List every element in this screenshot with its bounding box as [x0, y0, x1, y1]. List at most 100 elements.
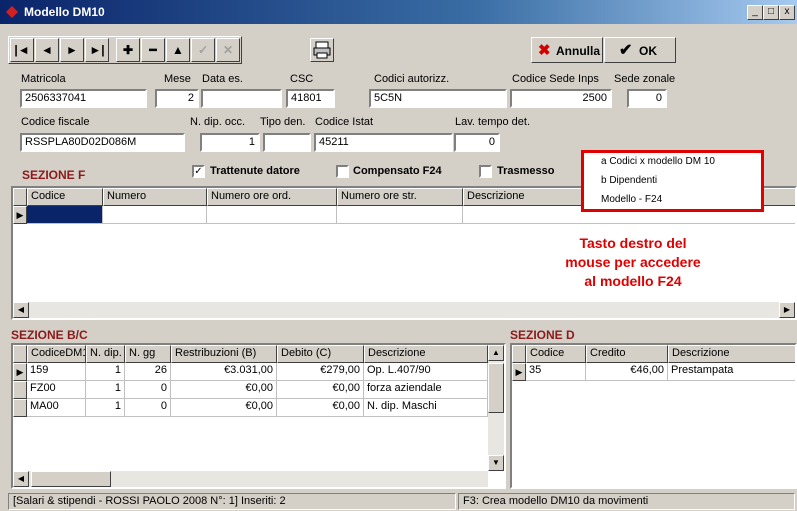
- matricola-field[interactable]: 2506337041: [20, 89, 147, 108]
- close-button[interactable]: x: [779, 5, 795, 20]
- table-cell[interactable]: 1: [86, 399, 125, 417]
- table-cell[interactable]: [337, 206, 463, 224]
- lav-tempo-det-label: Lav. tempo det.: [455, 116, 531, 128]
- table-cell[interactable]: 0: [125, 399, 171, 417]
- annulla-button[interactable]: ✖ Annulla: [531, 37, 603, 63]
- header-indicator: [13, 345, 27, 363]
- annotation-line: Tasto destro del: [579, 235, 687, 251]
- row-indicator-icon: ▶: [512, 363, 526, 381]
- column-header[interactable]: Numero ore ord.: [207, 188, 337, 206]
- menu-item-modello-f24[interactable]: Modello - F24: [601, 194, 662, 205]
- codice-istat-field[interactable]: 45211: [314, 133, 453, 152]
- scroll-right-icon[interactable]: ▶: [779, 302, 795, 318]
- window: Modello DM10 _ □ x |◄ ◄ ► ►| ✚ ━ ▲ ✓ ✕ ✖…: [0, 0, 797, 511]
- title-bar[interactable]: Modello DM10 _ □ x: [0, 0, 797, 24]
- table-cell[interactable]: €0,00: [171, 381, 277, 399]
- edit-record-button[interactable]: ▲: [166, 38, 190, 62]
- csc-field[interactable]: 41801: [286, 89, 335, 108]
- table-cell[interactable]: 26: [125, 363, 171, 381]
- prior-record-button[interactable]: ◄: [35, 38, 59, 62]
- first-record-button[interactable]: |◄: [10, 38, 34, 62]
- lav-tempo-det-field[interactable]: 0: [454, 133, 500, 152]
- table-cell[interactable]: Op. L.407/90: [364, 363, 488, 381]
- column-header[interactable]: Debito (C): [277, 345, 364, 363]
- sezione-bc-grid[interactable]: CodiceDM10 N. dip. N. gg Restribuzioni (…: [11, 343, 506, 489]
- sezione-f-title: SEZIONE F: [22, 168, 86, 182]
- column-header[interactable]: Numero: [103, 188, 207, 206]
- next-record-button[interactable]: ►: [60, 38, 84, 62]
- table-cell[interactable]: [207, 206, 337, 224]
- context-menu: a Codici x modello DM 10 b Dipendenti Mo…: [581, 150, 764, 212]
- tipo-den-label: Tipo den.: [260, 116, 306, 128]
- last-record-button[interactable]: ►|: [85, 38, 109, 62]
- post-record-button[interactable]: ✓: [191, 38, 215, 62]
- column-header[interactable]: Codice: [526, 345, 586, 363]
- table-cell[interactable]: N. dip. Maschi: [364, 399, 488, 417]
- table-cell[interactable]: [103, 206, 207, 224]
- delete-record-button[interactable]: ━: [141, 38, 165, 62]
- csc-label: CSC: [290, 73, 314, 85]
- scroll-up-icon[interactable]: ▲: [488, 345, 504, 361]
- codici-autorizz-field[interactable]: 5C5N: [369, 89, 507, 108]
- column-header[interactable]: N. gg: [125, 345, 171, 363]
- window-title: Modello DM10: [24, 5, 105, 19]
- table-cell[interactable]: Prestampata: [668, 363, 795, 381]
- scroll-down-icon[interactable]: ▼: [488, 455, 504, 471]
- n-dip-occ-field[interactable]: 1: [200, 133, 260, 152]
- sezione-d-grid[interactable]: Codice Credito Descrizione ▶ 35 €46,00 P…: [510, 343, 797, 489]
- ok-button[interactable]: ✔ OK: [604, 37, 676, 63]
- codice-sede-inps-field[interactable]: 2500: [510, 89, 612, 108]
- print-button[interactable]: [310, 38, 334, 62]
- table-cell[interactable]: 35: [526, 363, 586, 381]
- table-cell[interactable]: €46,00: [586, 363, 668, 381]
- table-cell[interactable]: 1: [86, 363, 125, 381]
- horizontal-scrollbar[interactable]: ◀ ▶: [13, 302, 795, 318]
- table-cell[interactable]: €0,00: [277, 381, 364, 399]
- trattenute-checkbox[interactable]: ✓: [192, 165, 205, 178]
- column-header[interactable]: Codice: [27, 188, 103, 206]
- sede-zonale-field[interactable]: 0: [627, 89, 667, 108]
- trasmesso-checkbox[interactable]: [479, 165, 492, 178]
- scroll-thumb[interactable]: [31, 471, 111, 487]
- table-cell[interactable]: FZ00: [27, 381, 86, 399]
- n-dip-occ-label: N. dip. occ.: [190, 116, 246, 128]
- table-cell[interactable]: forza aziendale: [364, 381, 488, 399]
- table-cell[interactable]: €0,00: [277, 399, 364, 417]
- menu-item-codici[interactable]: a Codici x modello DM 10: [601, 156, 715, 167]
- table-cell[interactable]: MA00: [27, 399, 86, 417]
- cancel-record-button[interactable]: ✕: [216, 38, 240, 62]
- table-cell[interactable]: €279,00: [277, 363, 364, 381]
- row-indicator: [13, 381, 27, 399]
- table-cell[interactable]: €0,00: [171, 399, 277, 417]
- column-header[interactable]: N. dip.: [86, 345, 125, 363]
- codici-autorizz-label: Codici autorizz.: [374, 73, 450, 85]
- column-header[interactable]: Credito: [586, 345, 668, 363]
- column-header[interactable]: Numero ore str.: [337, 188, 463, 206]
- insert-record-button[interactable]: ✚: [116, 38, 140, 62]
- column-header[interactable]: Descrizione: [668, 345, 795, 363]
- maximize-button[interactable]: □: [763, 5, 779, 20]
- table-cell[interactable]: €3.031,00: [171, 363, 277, 381]
- menu-item-dipendenti[interactable]: b Dipendenti: [601, 175, 657, 186]
- table-cell[interactable]: 159: [27, 363, 86, 381]
- compensato-f24-checkbox[interactable]: [336, 165, 349, 178]
- column-header[interactable]: Restribuzioni (B): [171, 345, 277, 363]
- codice-fiscale-field[interactable]: RSSPLA80D02D086M: [20, 133, 185, 152]
- tipo-den-field[interactable]: [263, 133, 311, 152]
- minimize-button[interactable]: _: [747, 5, 763, 20]
- vertical-scrollbar[interactable]: ▲ ▼: [488, 345, 504, 471]
- codice-fiscale-label: Codice fiscale: [21, 116, 90, 128]
- selected-cell[interactable]: [27, 206, 103, 224]
- scroll-left-icon[interactable]: ◀: [13, 471, 29, 487]
- table-cell[interactable]: 0: [125, 381, 171, 399]
- data-es-field[interactable]: [201, 89, 282, 108]
- mese-field[interactable]: 2: [155, 89, 199, 108]
- scroll-thumb[interactable]: [488, 363, 504, 413]
- column-header[interactable]: CodiceDM10: [27, 345, 86, 363]
- cancel-x-icon: ✖: [538, 42, 551, 59]
- scroll-left-icon[interactable]: ◀: [13, 302, 29, 318]
- column-header[interactable]: Descrizione: [364, 345, 488, 363]
- ok-label: OK: [639, 44, 657, 58]
- table-cell[interactable]: 1: [86, 381, 125, 399]
- horizontal-scrollbar[interactable]: ◀: [13, 471, 488, 487]
